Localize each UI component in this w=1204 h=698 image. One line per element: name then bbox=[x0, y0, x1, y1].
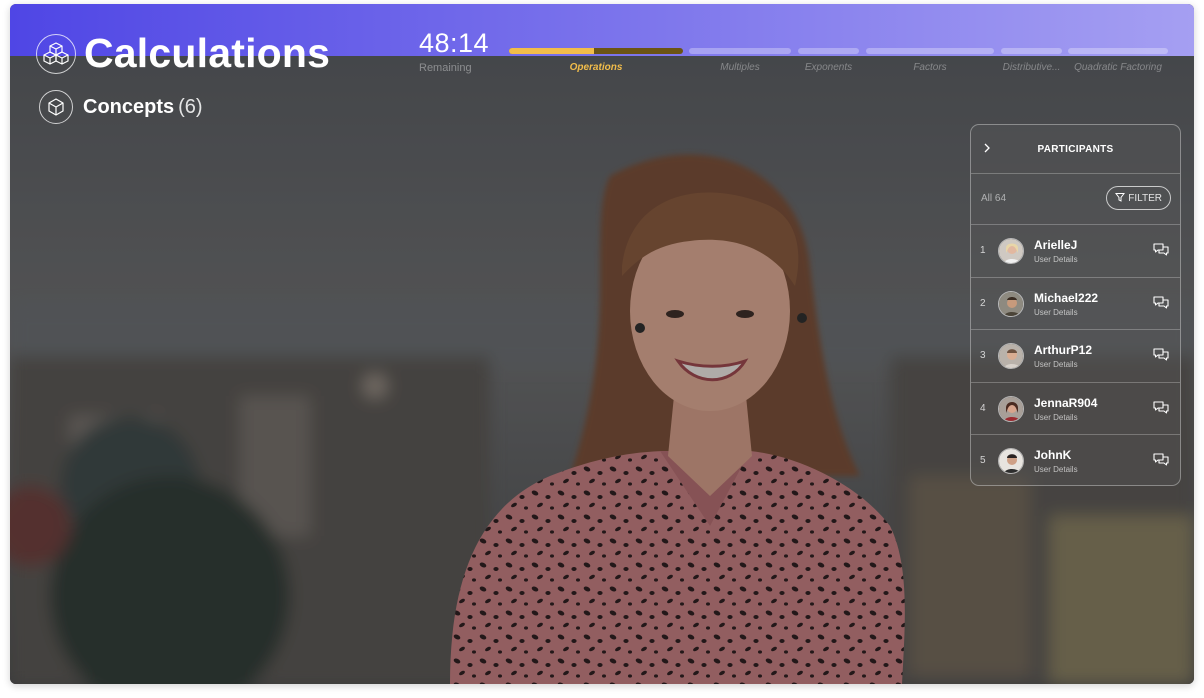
filter-label: FILTER bbox=[1128, 192, 1162, 204]
countdown-timer: 48:14 Remaining bbox=[419, 28, 489, 74]
participant-details-link[interactable]: User Details bbox=[1034, 413, 1078, 422]
participant-row[interactable]: 4 JennaR904 User Details bbox=[971, 383, 1180, 435]
participant-details-link[interactable]: User Details bbox=[1034, 308, 1078, 317]
funnel-icon bbox=[1115, 192, 1126, 205]
cubes-icon bbox=[36, 33, 76, 74]
segment-factors[interactable] bbox=[866, 48, 994, 54]
cube-icon bbox=[39, 90, 73, 124]
participants-panel: PARTICIPANTS All 64 FILTER 1 ArielleJ Us… bbox=[970, 124, 1181, 486]
participant-row[interactable]: 3 ArthurP12 User Details bbox=[971, 330, 1180, 383]
participant-row[interactable]: 2 Michael222 User Details bbox=[971, 278, 1180, 330]
page-header: Calculations bbox=[36, 30, 330, 77]
participant-details-link[interactable]: User Details bbox=[1034, 360, 1078, 369]
participant-row[interactable]: 5 JohnK User Details bbox=[971, 435, 1180, 485]
app-window: Calculations Concepts (6) 48:14 Remainin… bbox=[10, 4, 1194, 684]
participants-title: PARTICIPANTS bbox=[1037, 143, 1114, 155]
participant-rank: 4 bbox=[980, 402, 986, 414]
participant-details-link[interactable]: User Details bbox=[1034, 465, 1078, 474]
timer-value: 48:14 bbox=[419, 28, 490, 58]
participants-header: PARTICIPANTS bbox=[971, 125, 1180, 174]
participant-rank: 5 bbox=[980, 455, 986, 466]
participant-name: JohnK bbox=[1034, 448, 1072, 462]
segment-fill bbox=[509, 48, 595, 54]
chat-bubbles-icon[interactable] bbox=[1153, 452, 1169, 472]
segment-exponents[interactable] bbox=[798, 48, 859, 54]
segment-operations[interactable] bbox=[509, 48, 683, 54]
participant-details-link[interactable]: User Details bbox=[1034, 255, 1078, 264]
chat-bubbles-icon[interactable] bbox=[1153, 400, 1169, 420]
participants-list: 1 ArielleJ User Details 2 Michael222 Use… bbox=[971, 225, 1180, 485]
avatar bbox=[998, 343, 1024, 369]
chevron-right-icon[interactable] bbox=[983, 142, 991, 156]
segment-label-multiples[interactable]: Multiples bbox=[689, 62, 791, 73]
concepts-count: (6) bbox=[178, 95, 203, 118]
concepts-label: Concepts bbox=[83, 95, 175, 118]
participant-name: Michael222 bbox=[1034, 290, 1099, 305]
avatar bbox=[998, 448, 1024, 474]
page-title: Calculations bbox=[84, 30, 331, 76]
participant-rank: 1 bbox=[980, 245, 986, 256]
chat-bubbles-icon[interactable] bbox=[1153, 295, 1169, 315]
filter-button[interactable]: FILTER bbox=[1106, 186, 1171, 210]
participants-count: All 64 bbox=[981, 193, 1007, 204]
avatar bbox=[998, 395, 1024, 422]
segment-quadratic-factoring[interactable] bbox=[1068, 48, 1168, 54]
segment-label-operations[interactable]: Operations bbox=[509, 62, 683, 73]
participant-row[interactable]: 1 ArielleJ User Details bbox=[971, 225, 1180, 278]
segment-label-factors[interactable]: Factors bbox=[866, 62, 994, 73]
avatar bbox=[998, 290, 1024, 317]
segment-label-exponents[interactable]: Exponents bbox=[798, 62, 859, 73]
segment-label-distributive[interactable]: Distributive... bbox=[999, 62, 1064, 73]
concepts-link[interactable]: Concepts (6) bbox=[39, 90, 203, 124]
participants-filter-bar: All 64 FILTER bbox=[971, 174, 1180, 225]
segment-multiples[interactable] bbox=[689, 48, 791, 54]
participant-name: JennaR904 bbox=[1034, 395, 1098, 410]
segment-distributive[interactable] bbox=[1001, 48, 1062, 54]
avatar bbox=[998, 238, 1024, 264]
timer-label: Remaining bbox=[419, 62, 472, 74]
participant-rank: 3 bbox=[980, 350, 986, 361]
participant-name: ArielleJ bbox=[1034, 238, 1078, 252]
chat-bubbles-icon[interactable] bbox=[1153, 242, 1169, 262]
participant-name: ArthurP12 bbox=[1034, 343, 1093, 357]
participant-rank: 2 bbox=[980, 297, 986, 309]
segment-label-quadratic-factoring[interactable]: Quadratic Factoring bbox=[1068, 62, 1168, 73]
chat-bubbles-icon[interactable] bbox=[1153, 347, 1169, 367]
